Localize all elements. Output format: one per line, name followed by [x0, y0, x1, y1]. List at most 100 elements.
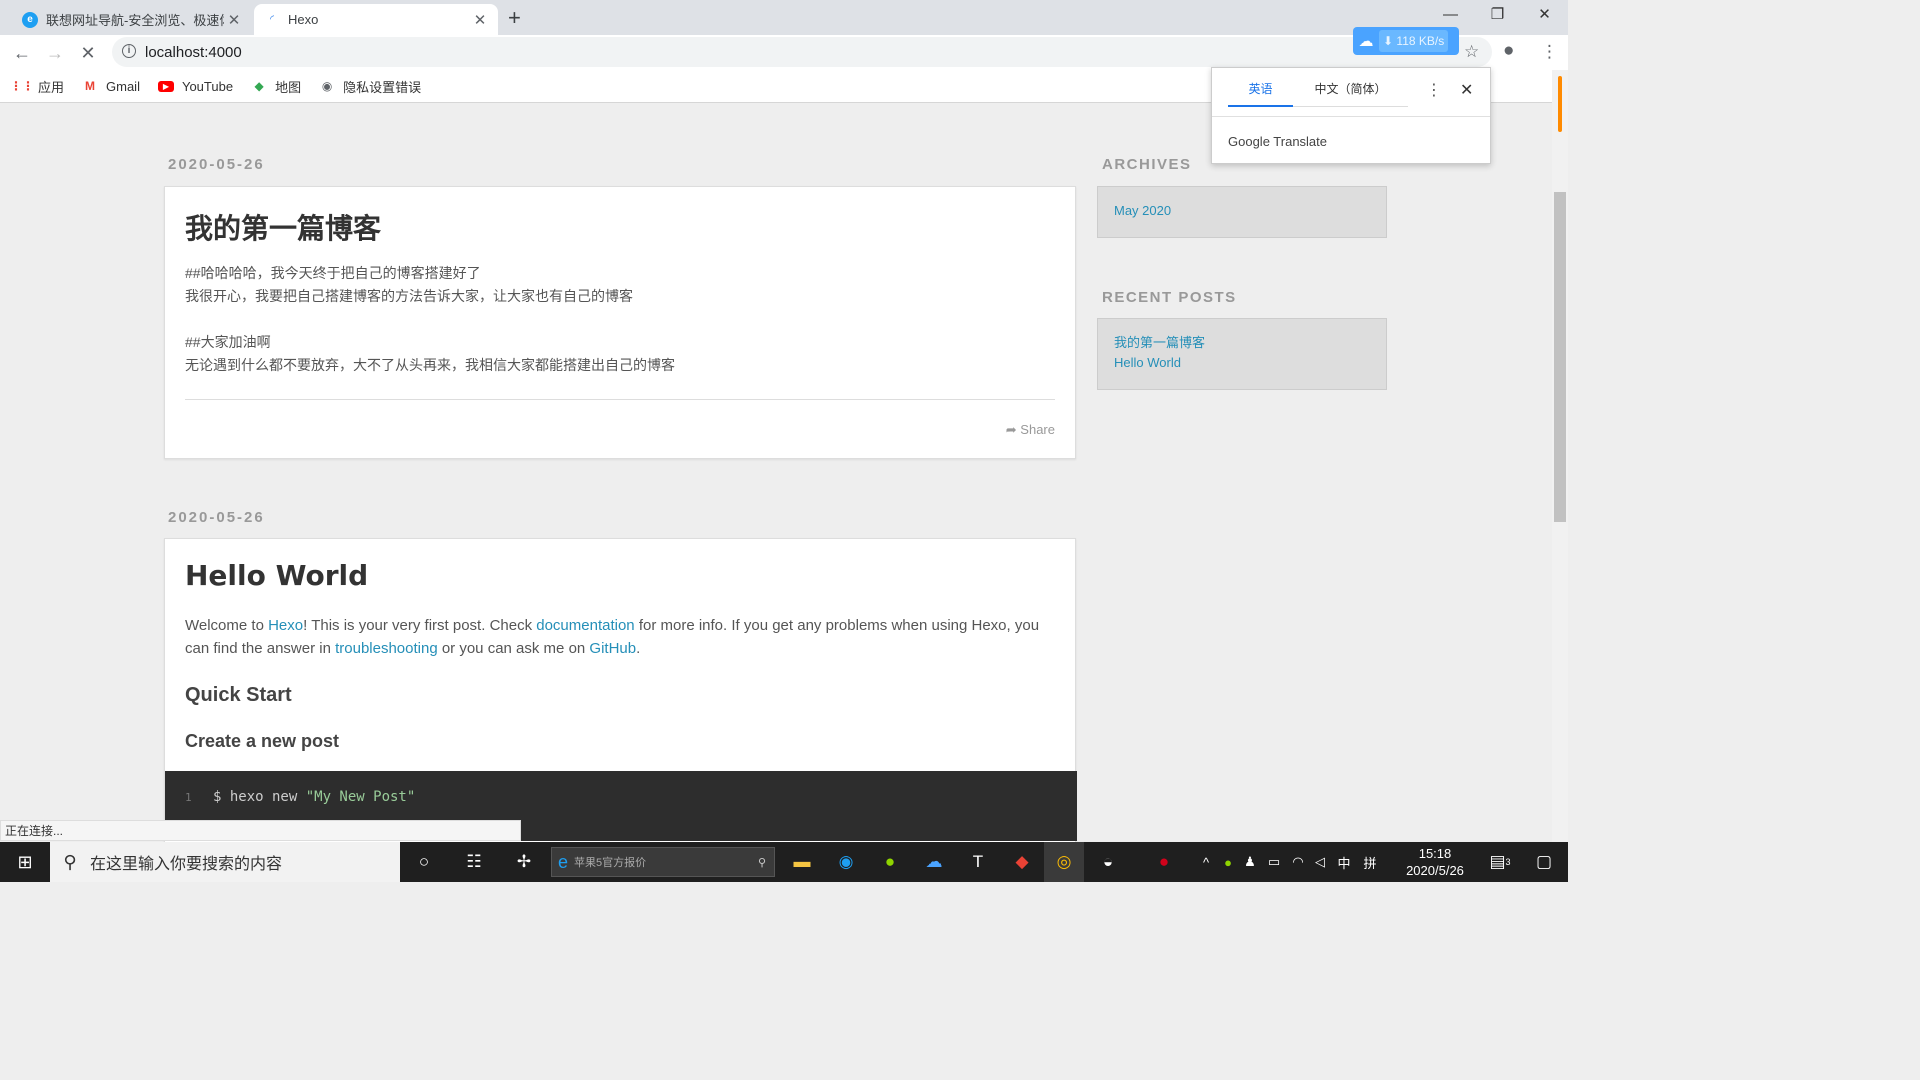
- new-tab-button[interactable]: +: [508, 5, 521, 31]
- post-date: 2020-05-26: [168, 509, 265, 526]
- bookmark-label: 应用: [38, 79, 65, 95]
- security-app-icon[interactable]: ●: [1144, 842, 1184, 882]
- file-explorer-icon[interactable]: ▬: [782, 842, 822, 882]
- green-app-icon[interactable]: ●: [870, 842, 910, 882]
- close-icon[interactable]: ✕: [1460, 80, 1473, 100]
- google-translate-brand: Google Translate: [1228, 134, 1328, 149]
- windows-taskbar: ⊞ ⚲ 在这里输入你要搜索的内容 ○ ☷ ✢ e 苹果5官方报价 ⚲ ▬ ◉ ●…: [0, 842, 1568, 882]
- recent-posts-widget: 我的第一篇博客 Hello World: [1097, 318, 1387, 390]
- browser-app-icon[interactable]: ◉: [826, 842, 866, 882]
- section-heading: Quick Start: [185, 684, 292, 706]
- intro-text: or you can ask me on: [437, 640, 590, 657]
- ime-mode-indicator[interactable]: 拼: [1357, 853, 1383, 872]
- task-view-icon[interactable]: ☷: [454, 842, 494, 882]
- post-intro: Welcome to Hexo! This is your very first…: [185, 614, 1055, 660]
- bookmark-privacy-error[interactable]: ◉ 隐私设置错误: [319, 77, 421, 96]
- tray-app-icon[interactable]: ●: [1217, 855, 1239, 870]
- typora-icon[interactable]: T: [958, 842, 998, 882]
- profile-icon[interactable]: ●: [1503, 40, 1514, 62]
- tab-hexo[interactable]: ◜ Hexo ✕: [254, 4, 498, 35]
- download-speed-badge[interactable]: ☁ ⬇ 118 KB/s: [1353, 27, 1459, 55]
- address-bar[interactable]: i localhost:4000: [112, 37, 1492, 67]
- translate-options-icon[interactable]: ⋮: [1426, 80, 1442, 100]
- ie-search-placeholder: 苹果5官方报价: [574, 857, 647, 869]
- qq-icon[interactable]: ♟: [1239, 854, 1261, 870]
- steam-like-icon[interactable]: ◒: [1088, 842, 1128, 882]
- ie-search-box[interactable]: e 苹果5官方报价 ⚲: [551, 847, 775, 877]
- post-title[interactable]: 我的第一篇博客: [185, 207, 381, 247]
- bookmark-label: Gmail: [106, 78, 140, 94]
- close-tab-icon[interactable]: ✕: [224, 11, 244, 29]
- share-label: Share: [1020, 422, 1055, 437]
- post-title[interactable]: Hello World: [185, 559, 368, 592]
- git-icon[interactable]: ◆: [1002, 842, 1042, 882]
- close-tab-icon[interactable]: ✕: [470, 11, 490, 29]
- line-number: 1: [185, 791, 192, 804]
- bookmark-youtube[interactable]: ▶ YouTube: [157, 78, 234, 94]
- close-window-icon[interactable]: ✕: [1521, 0, 1568, 30]
- minimize-icon[interactable]: —: [1427, 0, 1474, 30]
- troubleshooting-link[interactable]: troubleshooting: [335, 640, 438, 657]
- tab-lenovo-nav[interactable]: e 联想网址导航-安全浏览、极速体 ✕: [8, 4, 252, 35]
- tab-target-language[interactable]: 中文（简体）: [1293, 80, 1408, 107]
- notification-count-icon[interactable]: ▤ 3: [1480, 842, 1520, 882]
- github-link[interactable]: GitHub: [589, 640, 636, 657]
- baidu-netdisk-icon[interactable]: ☁: [914, 842, 954, 882]
- window-controls: — ❐ ✕: [1427, 0, 1568, 30]
- site-info-icon[interactable]: i: [122, 44, 136, 58]
- search-icon: ⚲: [63, 851, 77, 872]
- url-text[interactable]: localhost:4000: [145, 44, 242, 61]
- bookmark-star-icon[interactable]: ☆: [1464, 42, 1479, 62]
- hexo-link[interactable]: Hexo: [268, 617, 303, 634]
- archives-heading: ARCHIVES: [1102, 156, 1192, 173]
- page-scrollbar[interactable]: [1552, 70, 1568, 842]
- share-button[interactable]: ➦ Share: [1006, 422, 1055, 438]
- taskbar-search[interactable]: ⚲ 在这里输入你要搜索的内容: [50, 842, 400, 882]
- back-button[interactable]: ←: [10, 41, 34, 65]
- post-date: 2020-05-26: [168, 156, 265, 173]
- globe-icon: ◉: [321, 79, 333, 93]
- recent-post-link[interactable]: Hello World: [1114, 353, 1370, 373]
- wifi-icon[interactable]: ◠: [1287, 854, 1309, 870]
- restore-icon[interactable]: ❐: [1474, 0, 1521, 30]
- chevron-up-icon[interactable]: ^: [1195, 855, 1217, 870]
- bookmark-gmail[interactable]: M Gmail: [82, 78, 140, 94]
- tab-title: Hexo: [288, 12, 319, 27]
- post-card: 我的第一篇博客 ##哈哈哈哈，我今天终于把自己的博客搭建好了 我很开心，我要把自…: [164, 186, 1076, 459]
- ime-indicator[interactable]: 中: [1331, 853, 1357, 872]
- pinwheel-app-icon[interactable]: ✢: [504, 842, 544, 882]
- tab-title: 联想网址导航-安全浏览、极速体: [46, 13, 224, 28]
- post-line-blank: [185, 308, 675, 331]
- code-line: $ hexo new "My New Post": [213, 789, 415, 805]
- search-icon: ⚲: [757, 856, 766, 869]
- lenovo-favicon-icon: e: [22, 11, 38, 28]
- translate-popup: 英语 中文（简体） ⋮ ✕ Google Translate: [1211, 67, 1491, 164]
- documentation-link[interactable]: documentation: [536, 617, 634, 634]
- menu-kebab-icon[interactable]: ⋮: [1541, 42, 1558, 62]
- action-center-icon[interactable]: ▢: [1524, 842, 1564, 882]
- cortana-icon[interactable]: ○: [404, 842, 444, 882]
- stop-loading-button[interactable]: ✕: [76, 41, 100, 65]
- code-command: $ hexo new: [213, 789, 306, 805]
- tab-source-language[interactable]: 英语: [1228, 80, 1293, 107]
- battery-icon[interactable]: ▭: [1261, 854, 1287, 870]
- browser-toolbar: ← → ✕ i localhost:4000: [0, 35, 1568, 70]
- forward-button[interactable]: →: [43, 41, 67, 65]
- chrome-icon[interactable]: ◎: [1044, 842, 1084, 882]
- scrollbar-thumb[interactable]: [1554, 192, 1566, 522]
- maps-icon: ◆: [254, 79, 264, 93]
- clock[interactable]: 15:18 2020/5/26: [1390, 845, 1480, 879]
- intro-text: .: [636, 640, 641, 657]
- windows-start-icon[interactable]: ⊞: [0, 842, 50, 882]
- bookmark-apps[interactable]: ⋮⋮ 应用: [10, 77, 65, 96]
- post-body: ##哈哈哈哈，我今天终于把自己的博客搭建好了 我很开心，我要把自己搭建博客的方法…: [185, 262, 675, 377]
- page-content: 2020-05-26 我的第一篇博客 ##哈哈哈哈，我今天终于把自己的博客搭建好…: [0, 104, 1552, 842]
- post-line: 我很开心，我要把自己搭建博客的方法告诉大家，让大家也有自己的博客: [185, 288, 633, 304]
- archive-link[interactable]: May 2020: [1114, 201, 1370, 221]
- bookmark-maps[interactable]: ◆ 地图: [251, 77, 301, 96]
- intro-text: Welcome to: [185, 617, 269, 634]
- bookmark-label: YouTube: [181, 78, 234, 94]
- volume-icon[interactable]: ◁: [1309, 854, 1331, 870]
- recent-post-link[interactable]: 我的第一篇博客: [1114, 333, 1370, 353]
- clock-date: 2020/5/26: [1406, 863, 1464, 878]
